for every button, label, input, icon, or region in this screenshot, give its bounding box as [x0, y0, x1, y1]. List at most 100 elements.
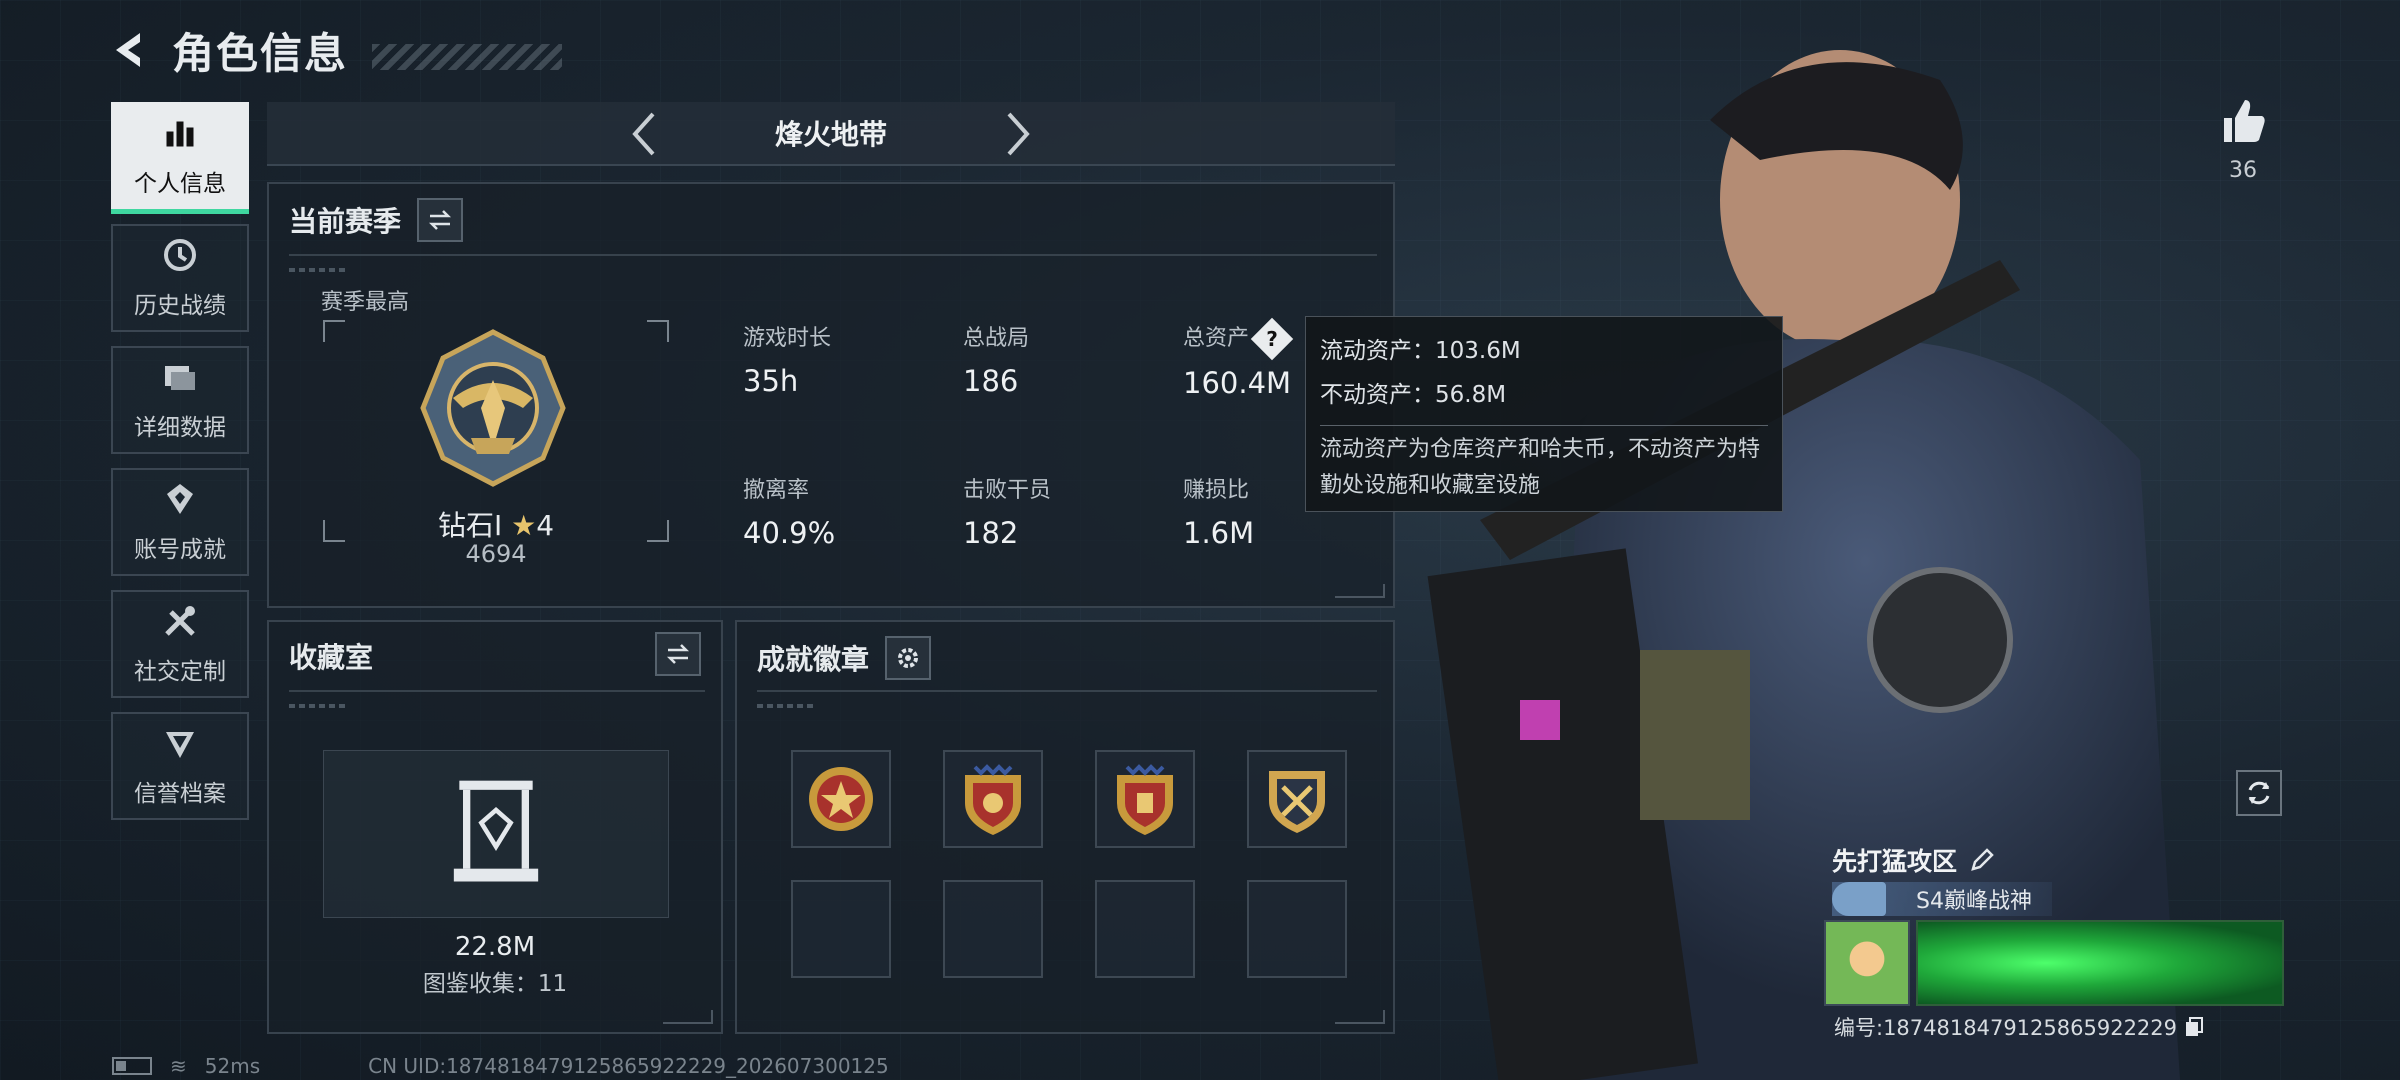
star-medal-badge-icon [809, 767, 873, 831]
nav-label: 个人信息 [134, 171, 226, 197]
thumbs-up-icon [2224, 100, 2265, 142]
uid-text: CN UID:1874818479125865922229_2026073001… [368, 1054, 889, 1078]
achievements-settings-button[interactable] [885, 636, 932, 680]
divider [757, 690, 1377, 692]
nav-label: 社交定制 [134, 659, 226, 685]
decoration [1335, 584, 1385, 598]
question-icon: ? [1266, 327, 1278, 351]
side-nav: 个人信息 历史战绩 详细数据 账号成就 社交定制 信誉档案 [111, 102, 249, 820]
gear-icon [898, 648, 919, 668]
rank-score: 4694 [465, 540, 527, 568]
prev-mode-button[interactable] [625, 110, 665, 158]
season-switch-button[interactable] [417, 198, 464, 242]
edit-pencil-icon[interactable] [1969, 847, 1995, 873]
player-title-badge: S4巅峰战神 [1832, 882, 2052, 916]
refresh-icon [2248, 781, 2270, 805]
swap-icon [428, 210, 452, 230]
badge-slot[interactable] [1247, 750, 1347, 848]
star-icon: ★ [511, 509, 537, 542]
swap-icon [666, 644, 690, 664]
achievements-header: 成就徽章 [757, 636, 932, 680]
badge-slot-empty[interactable] [1247, 880, 1347, 978]
tooltip-fixed-assets: 不动资产：56.8M [1320, 382, 1507, 408]
nav-label: 详细数据 [134, 415, 226, 441]
shield-badge-icon [965, 764, 1021, 835]
history-clock-icon [161, 236, 199, 278]
nav-label: 信誉档案 [134, 781, 226, 807]
collection-value: 22.8M [454, 932, 536, 962]
bar-chart-icon [161, 114, 199, 156]
season-header: 当前赛季 [289, 198, 464, 242]
nav-item-social[interactable]: 社交定制 [111, 590, 249, 698]
nav-label: 账号成就 [134, 537, 226, 563]
mode-tab-bar: 烽火地带 [267, 102, 1395, 166]
season-best-label: 赛季最高 [321, 290, 410, 315]
credit-shield-icon [161, 724, 199, 766]
tooltip-description: 流动资产为仓库资产和哈夫币，不动资产为特勤处设施和收藏室设施 [1320, 437, 1761, 498]
title-decoration [372, 44, 563, 70]
divider [289, 690, 705, 692]
nav-item-detailed-data[interactable]: 详细数据 [111, 346, 249, 454]
stat-extraction-rate: 撤离率 40.9% [743, 478, 836, 550]
back-arrow-icon [116, 33, 140, 67]
folder-icon [161, 358, 199, 400]
tooltip-liquid-assets: 流动资产：103.6M [1320, 338, 1521, 364]
status-bar: ≋ 52ms CN UID:1874818479125865922229_202… [112, 1054, 889, 1078]
page-title: 角色信息 [172, 28, 349, 78]
badge-slot-empty[interactable] [1095, 880, 1195, 978]
nav-item-credit[interactable]: 信誉档案 [111, 712, 249, 820]
tools-icon [161, 602, 199, 644]
mode-title: 烽火地带 [774, 118, 887, 151]
copy-icon[interactable] [2183, 1016, 2205, 1038]
badge-slot-empty[interactable] [943, 880, 1043, 978]
nav-item-personal-info[interactable]: 个人信息 [111, 102, 249, 214]
player-name-row: 先打猛攻区 [1832, 842, 1995, 878]
decoration [1335, 1010, 1385, 1024]
decoration [663, 1010, 713, 1024]
badge-slot[interactable] [791, 750, 891, 848]
chevron-right-icon [1007, 112, 1030, 156]
nav-item-achievements[interactable]: 账号成就 [111, 468, 249, 576]
like-count: 36 [2229, 158, 2257, 183]
player-name: 先打猛攻区 [1832, 847, 1958, 876]
badge-slot-empty[interactable] [791, 880, 891, 978]
stat-play-time: 游戏时长 35h [743, 326, 832, 398]
back-button[interactable] [110, 29, 152, 71]
collection-switch-button[interactable] [655, 632, 701, 676]
player-title: S4巅峰战神 [1916, 889, 2032, 914]
nav-label: 历史战绩 [134, 293, 226, 319]
player-id: 编号:1874818479125865922229 [1834, 1016, 2178, 1040]
decoration [289, 268, 349, 272]
profile-banner[interactable] [1916, 920, 2284, 1006]
rank-name: 钻石Ⅰ [437, 509, 503, 542]
assets-tooltip: 流动资产：103.6M 不动资产：56.8M 流动资产为仓库资产和哈夫币，不动资… [1305, 316, 1783, 512]
collection-title: 收藏室 [289, 641, 374, 674]
stat-total-matches: 总战局 186 [963, 326, 1030, 398]
collection-header: 收藏室 [289, 636, 373, 676]
character-model[interactable] [1380, 0, 2200, 1080]
player-id-row: 编号:1874818479125865922229 [1834, 1012, 2205, 1042]
collection-preview[interactable] [323, 750, 669, 918]
divider [289, 254, 1377, 256]
avatar[interactable] [1824, 920, 1910, 1006]
badge-slot[interactable] [1095, 750, 1195, 848]
like-button[interactable] [2218, 96, 2268, 150]
decoration [289, 704, 349, 708]
next-mode-button[interactable] [997, 110, 1037, 158]
diamond-rank-emblem-icon [420, 329, 566, 487]
collection-panel: 收藏室 22.8M 图鉴收集：11 [267, 620, 723, 1034]
ping-value: 52ms [204, 1054, 261, 1078]
rotate-model-button[interactable] [2236, 770, 2282, 816]
shield-badge-icon [1117, 764, 1173, 835]
achievements-panel: 成就徽章 [735, 620, 1395, 1034]
achievements-title: 成就徽章 [757, 643, 870, 676]
display-case-icon [453, 780, 539, 882]
stat-operators-defeated: 击败干员 182 [963, 478, 1052, 550]
assets-help-button[interactable]: ? [1250, 317, 1294, 361]
title-emblem-icon [1832, 882, 1886, 916]
rank-stars: 4 [536, 509, 555, 542]
badge-slot[interactable] [943, 750, 1043, 848]
collection-count: 图鉴收集：11 [422, 971, 568, 997]
rank-line: 钻石Ⅰ ★4 [323, 504, 669, 544]
nav-item-history[interactable]: 历史战绩 [111, 224, 249, 332]
